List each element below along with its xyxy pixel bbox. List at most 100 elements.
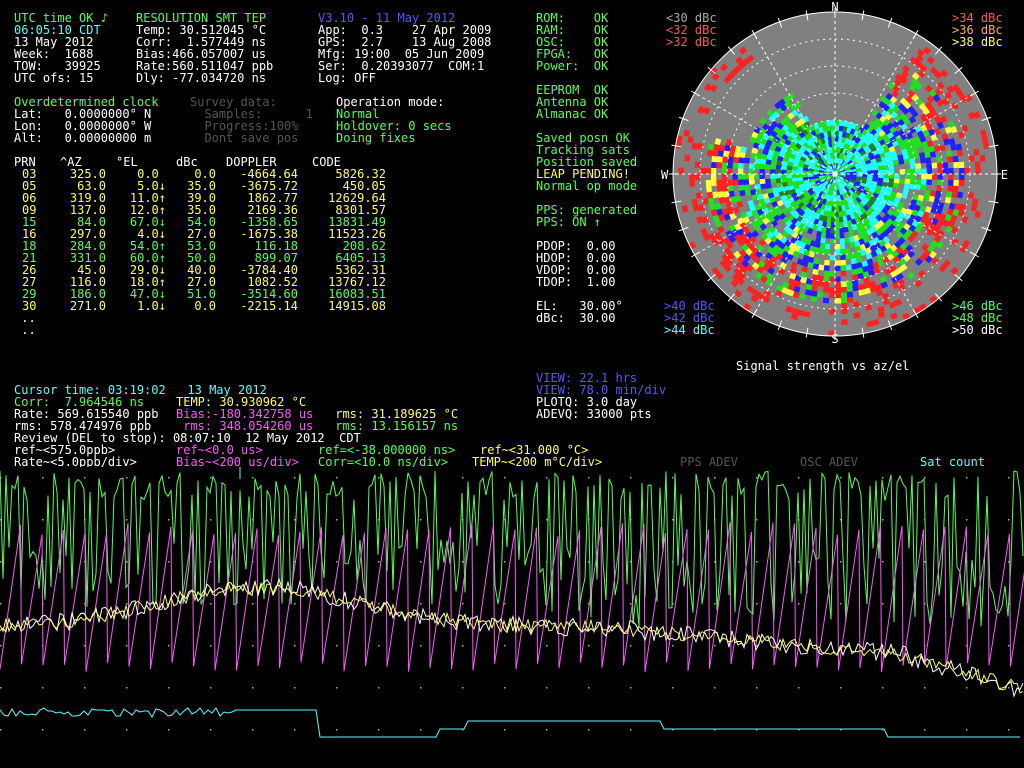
sky-cell	[749, 184, 756, 191]
utc-offset: UTC ofs: 15	[14, 71, 94, 85]
grid-dot	[840, 561, 842, 563]
sky-cell	[925, 157, 932, 164]
sky-cell	[754, 174, 760, 180]
sky-cell	[914, 184, 921, 191]
grid-dot	[168, 645, 170, 647]
sky-cell	[840, 303, 848, 309]
sky-cell	[673, 167, 679, 174]
sky-cell	[732, 168, 738, 174]
grid-dot	[714, 645, 716, 647]
sky-cell	[830, 120, 835, 126]
sky-cell	[835, 217, 840, 223]
grid-dot	[420, 519, 422, 521]
sky-cell	[905, 174, 911, 180]
sky-cell	[743, 168, 749, 174]
sky-cell	[700, 179, 706, 187]
pps-on: PPS: ON ↑	[536, 215, 602, 229]
grid-dot	[336, 519, 338, 521]
grid-dot	[756, 477, 758, 479]
sky-cell	[727, 168, 733, 174]
sky-cell	[853, 317, 861, 324]
sky-cell	[841, 308, 848, 315]
sky-cell	[754, 158, 761, 165]
grid-dot	[840, 477, 842, 479]
grid-dot	[966, 729, 968, 731]
sky-cell	[700, 174, 706, 181]
sky-cell	[701, 149, 708, 157]
grid-dot	[672, 519, 674, 521]
adev-queue: ADEVQ: 33000 pts	[536, 407, 652, 421]
dbc-mask: dBc: 30.00	[536, 311, 616, 325]
sky-cell	[716, 156, 723, 163]
sky-cell	[952, 185, 959, 193]
south-label: S	[831, 332, 838, 345]
sky-cell	[685, 148, 692, 156]
sky-cell	[841, 330, 849, 336]
grid-dot	[84, 477, 86, 479]
sky-cell	[673, 180, 679, 188]
sky-cell	[690, 148, 697, 156]
sky-cell	[937, 174, 943, 180]
sky-cell	[947, 185, 954, 192]
sky-cell	[980, 180, 987, 187]
grid-dot	[588, 645, 590, 647]
grid-dot	[546, 645, 548, 647]
grid-dot	[252, 477, 254, 479]
sky-cell	[888, 169, 895, 174]
grid-dot	[252, 729, 254, 731]
sky-cell	[764, 174, 771, 180]
grid-dot	[630, 687, 632, 689]
sky-cell	[893, 178, 900, 184]
sky-cell	[683, 167, 690, 174]
sky-cell	[932, 168, 938, 174]
sky-cell	[764, 164, 771, 170]
sky-cell	[823, 281, 830, 288]
sky-cell	[737, 174, 744, 180]
grid-dot	[882, 687, 884, 689]
sky-cell	[888, 164, 895, 170]
sky-cell	[759, 168, 765, 174]
sky-cell	[829, 238, 835, 245]
sky-cell	[830, 217, 835, 223]
sky-cell	[835, 298, 842, 304]
sky-cell	[695, 186, 702, 193]
sky-cell	[985, 180, 992, 187]
sky-cell	[964, 179, 970, 187]
sky-cell	[748, 168, 755, 174]
sky-cell	[919, 157, 927, 164]
sky-cell	[985, 161, 992, 168]
time-series-plot[interactable]	[0, 467, 1024, 768]
grid-dot	[630, 729, 632, 731]
log-status: Log: OFF	[318, 71, 376, 85]
sky-cell	[964, 161, 970, 169]
sky-cell	[673, 160, 679, 168]
sky-cell	[841, 324, 848, 331]
sky-cell	[840, 286, 848, 293]
sky-cell	[786, 174, 792, 179]
sky-cell	[811, 285, 818, 292]
sky-cell	[831, 206, 835, 212]
sky-cell	[685, 192, 692, 200]
sky-cell	[689, 161, 696, 168]
sky-cell	[852, 301, 860, 308]
sky-cell	[831, 136, 835, 142]
sky-cell	[705, 185, 713, 193]
sky-cell	[835, 287, 842, 293]
sky-cell	[909, 178, 916, 185]
sky-cell	[679, 192, 686, 200]
sky-cell	[683, 161, 690, 168]
sky-cell	[673, 174, 679, 181]
sky-cell	[829, 276, 835, 282]
sky-cell	[690, 192, 697, 200]
sky-cell	[825, 227, 831, 234]
grid-dot	[798, 687, 800, 689]
grid-dot	[252, 645, 254, 647]
grid-dot	[336, 561, 338, 563]
sky-cell	[737, 179, 744, 186]
sky-cell	[743, 174, 749, 180]
sky-cell	[727, 174, 733, 180]
sky-cell	[797, 170, 803, 174]
sky-cell	[818, 264, 825, 271]
sky-cell	[721, 168, 728, 174]
sky-cell	[940, 150, 948, 158]
